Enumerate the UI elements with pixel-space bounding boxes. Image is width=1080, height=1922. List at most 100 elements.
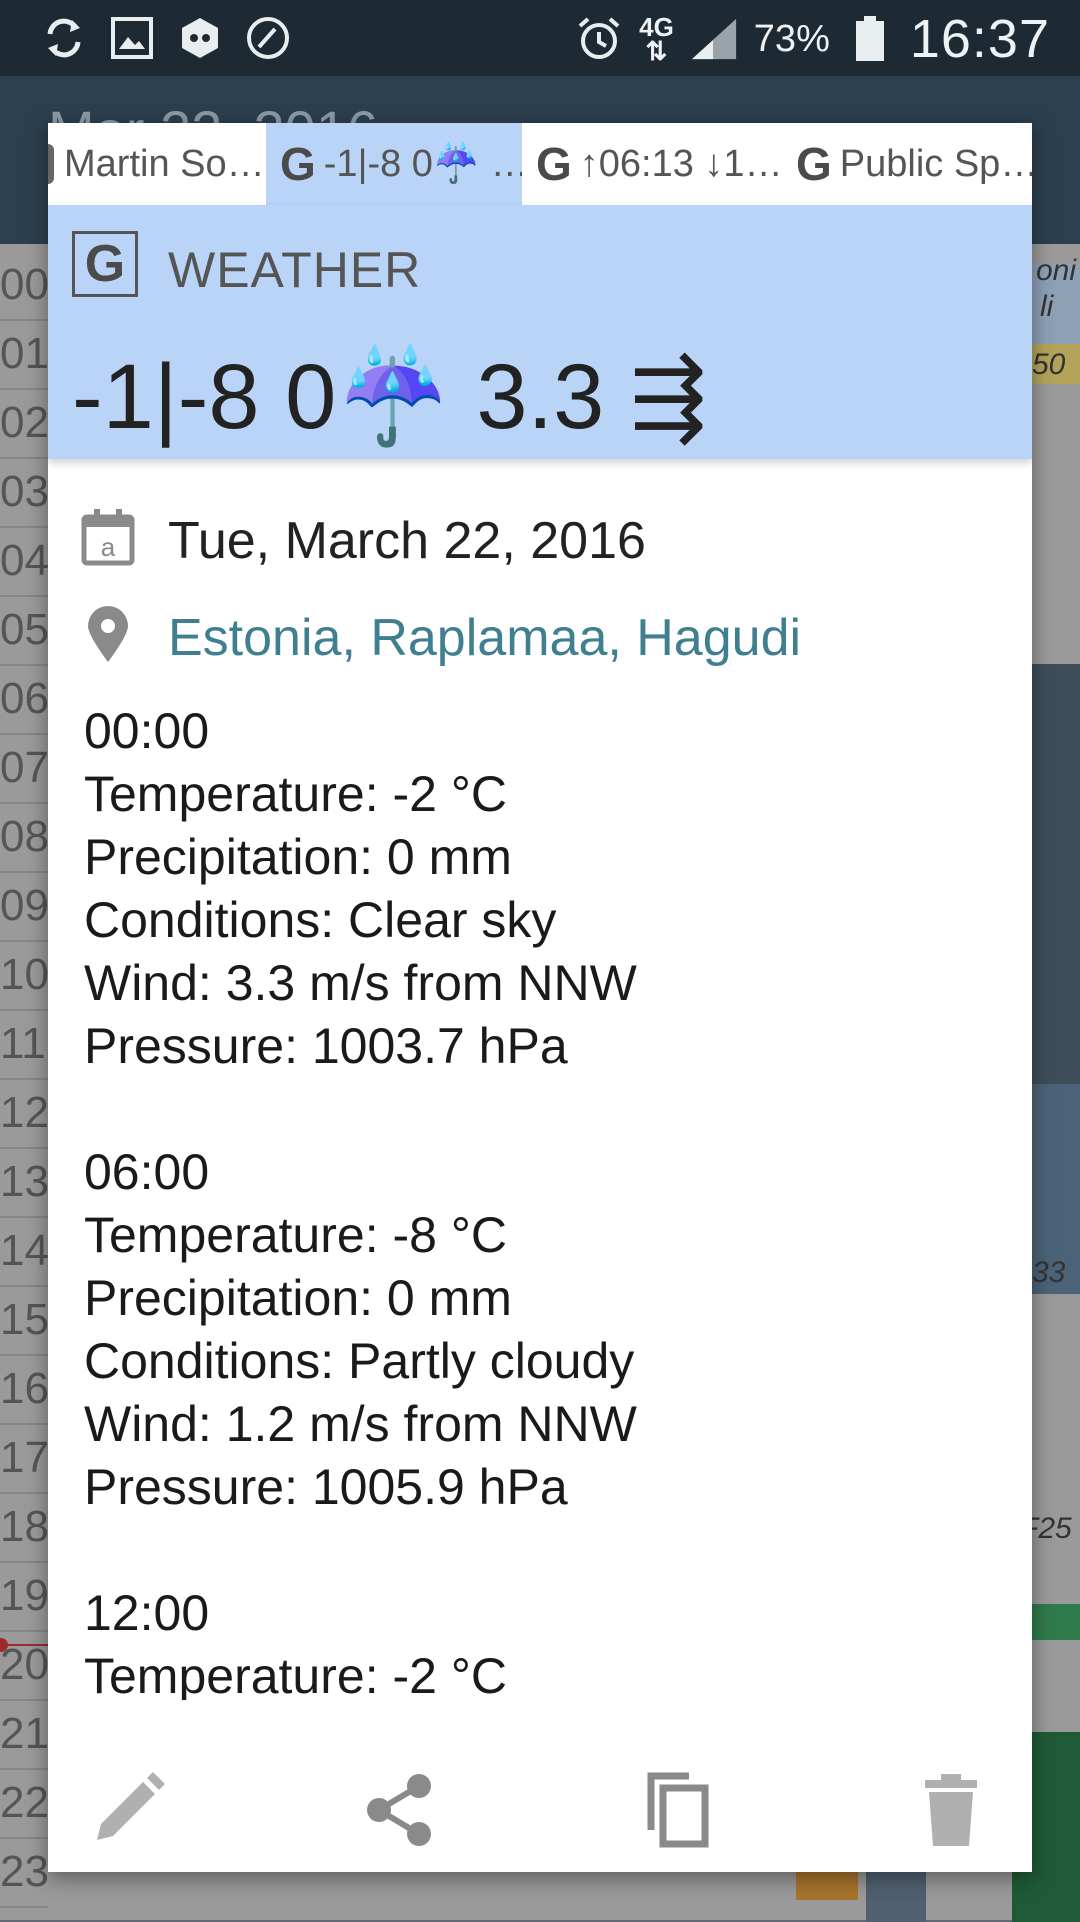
svg-text:a: a	[101, 532, 116, 562]
event-date: Tue, March 22, 2016	[168, 512, 646, 570]
hour-label: 22	[0, 1778, 49, 1827]
tab-label: ↑06:13 ↓1…	[579, 142, 782, 185]
forecast-wind: Wind: 3.3 m/s from NNW	[84, 955, 637, 1011]
hour-row: 14	[0, 1216, 49, 1287]
hour-label: 08	[0, 812, 49, 861]
hour-label: 13	[0, 1157, 49, 1206]
hour-label: 12	[0, 1088, 49, 1137]
hour-row: 19	[0, 1561, 49, 1632]
hour-label: 07	[0, 743, 49, 792]
tab-contact-event[interactable]: Martin So…	[48, 123, 266, 205]
hour-row: 17	[0, 1423, 49, 1494]
forecast-time: 00:00	[84, 703, 210, 759]
event-block	[1032, 1604, 1080, 1640]
forecast-block: 00:00 Temperature: -2 °C Precipitation: …	[84, 700, 1004, 1078]
status-bar: 4G ⇅ 73% 16:37	[0, 0, 1080, 76]
hour-label: 02	[0, 398, 49, 447]
hour-row: 09	[0, 871, 49, 942]
date-row: a Tue, March 22, 2016	[48, 497, 1032, 577]
forecast-temperature: Temperature: -2 °C	[84, 1648, 507, 1700]
hour-row: 23	[0, 1837, 49, 1908]
hour-row: 02	[0, 388, 49, 459]
speedometer-icon	[244, 14, 292, 62]
hour-label: 19	[0, 1571, 49, 1620]
hour-label: 06	[0, 674, 49, 723]
signal-icon	[690, 15, 738, 63]
battery-percent: 73%	[753, 17, 830, 60]
hour-label: 14	[0, 1226, 49, 1275]
tab-label: Public Sp…	[839, 142, 1032, 185]
event-type-label: WEATHER	[168, 242, 422, 298]
hour-label: 09	[0, 881, 49, 930]
forecast-temperature: Temperature: -8 °C	[84, 1207, 507, 1263]
copy-icon	[647, 1772, 709, 1848]
hour-row: 21	[0, 1699, 49, 1770]
hour-label: 23	[0, 1847, 49, 1896]
event-detail-dialog: Martin So… G -1|-8 0☔ … G ↑06:13 ↓1… G P…	[48, 123, 1032, 1872]
forecast-precipitation: Precipitation: 0 mm	[84, 1270, 512, 1326]
hour-row: 18	[0, 1492, 49, 1563]
hour-row: 13	[0, 1147, 49, 1218]
google-g-icon: G	[280, 138, 316, 190]
action-bar	[48, 1733, 1032, 1872]
hour-row: 10	[0, 940, 49, 1011]
location-row[interactable]: Estonia, Raplamaa, Hagudi	[48, 594, 1032, 674]
hour-row: 16	[0, 1354, 49, 1425]
image-icon	[108, 14, 156, 62]
vpn-shield-icon	[176, 14, 224, 62]
event-snippet: 50	[1032, 348, 1066, 381]
hour-row: 15	[0, 1285, 49, 1356]
share-button[interactable]	[358, 1767, 444, 1853]
hour-label: 16	[0, 1364, 49, 1413]
event-snippet: 33	[1032, 1256, 1066, 1289]
clock: 16:37	[909, 9, 1050, 69]
hour-row: 04	[0, 526, 49, 597]
hour-label: 00	[0, 260, 49, 309]
calendar-icon: a	[80, 507, 136, 567]
network-type: 4G ⇅	[639, 12, 674, 66]
forecast-pressure: Pressure: 1003.7 hPa	[84, 1018, 568, 1074]
tab-sun-times[interactable]: G ↑06:13 ↓1…	[522, 123, 782, 205]
event-location-link[interactable]: Estonia, Raplamaa, Hagudi	[168, 608, 801, 668]
hour-label: 10	[0, 950, 49, 999]
hour-row: 22	[0, 1768, 49, 1839]
hour-row: 05	[0, 595, 49, 666]
edit-icon	[97, 1772, 165, 1840]
hour-row: 01	[0, 319, 49, 390]
forecast-block: 06:00 Temperature: -8 °C Precipitation: …	[84, 1141, 1004, 1519]
copy-button[interactable]	[634, 1767, 720, 1853]
event-block	[796, 1872, 858, 1900]
edit-button[interactable]	[84, 1767, 170, 1853]
hour-label: 18	[0, 1502, 49, 1551]
person-icon	[48, 144, 54, 184]
forecast-time: 12:00	[84, 1585, 210, 1641]
hour-label: 11	[0, 1019, 46, 1068]
forecast-precipitation: Precipitation: 0 mm	[84, 829, 512, 885]
event-tab-strip: Martin So… G -1|-8 0☔ … G ↑06:13 ↓1… G P…	[48, 123, 1032, 205]
hour-label: 15	[0, 1295, 49, 1344]
hour-row: 20	[0, 1630, 49, 1701]
battery-icon	[846, 15, 894, 63]
hour-label: 05	[0, 605, 49, 654]
delete-icon	[925, 1774, 977, 1846]
forecast-description: 00:00 Temperature: -2 °C Precipitation: …	[84, 700, 1004, 1700]
location-pin-icon	[80, 604, 136, 664]
hour-label: 17	[0, 1433, 49, 1482]
hour-label: 03	[0, 467, 49, 516]
tab-weather[interactable]: G -1|-8 0☔ …	[266, 123, 522, 205]
forecast-temperature: Temperature: -2 °C	[84, 766, 507, 822]
hour-row: 07	[0, 733, 49, 804]
sync-icon	[40, 14, 88, 62]
event-header: G WEATHER -1|-8 0☔ 3.3 ⇶	[48, 205, 1032, 459]
google-calendar-logo-icon: G	[72, 231, 138, 297]
forecast-wind: Wind: 1.2 m/s from NNW	[84, 1396, 637, 1452]
google-g-icon: G	[536, 138, 572, 190]
hour-row: 06	[0, 664, 49, 735]
hour-label: 21	[0, 1709, 49, 1758]
hour-label: 04	[0, 536, 49, 585]
event-block	[1032, 664, 1080, 1114]
delete-button[interactable]	[908, 1767, 994, 1853]
event-snippet: oni	[1036, 254, 1077, 287]
tab-public-holiday[interactable]: G Public Sp…	[782, 123, 1032, 205]
tab-label: -1|-8 0☔ …	[323, 143, 522, 185]
